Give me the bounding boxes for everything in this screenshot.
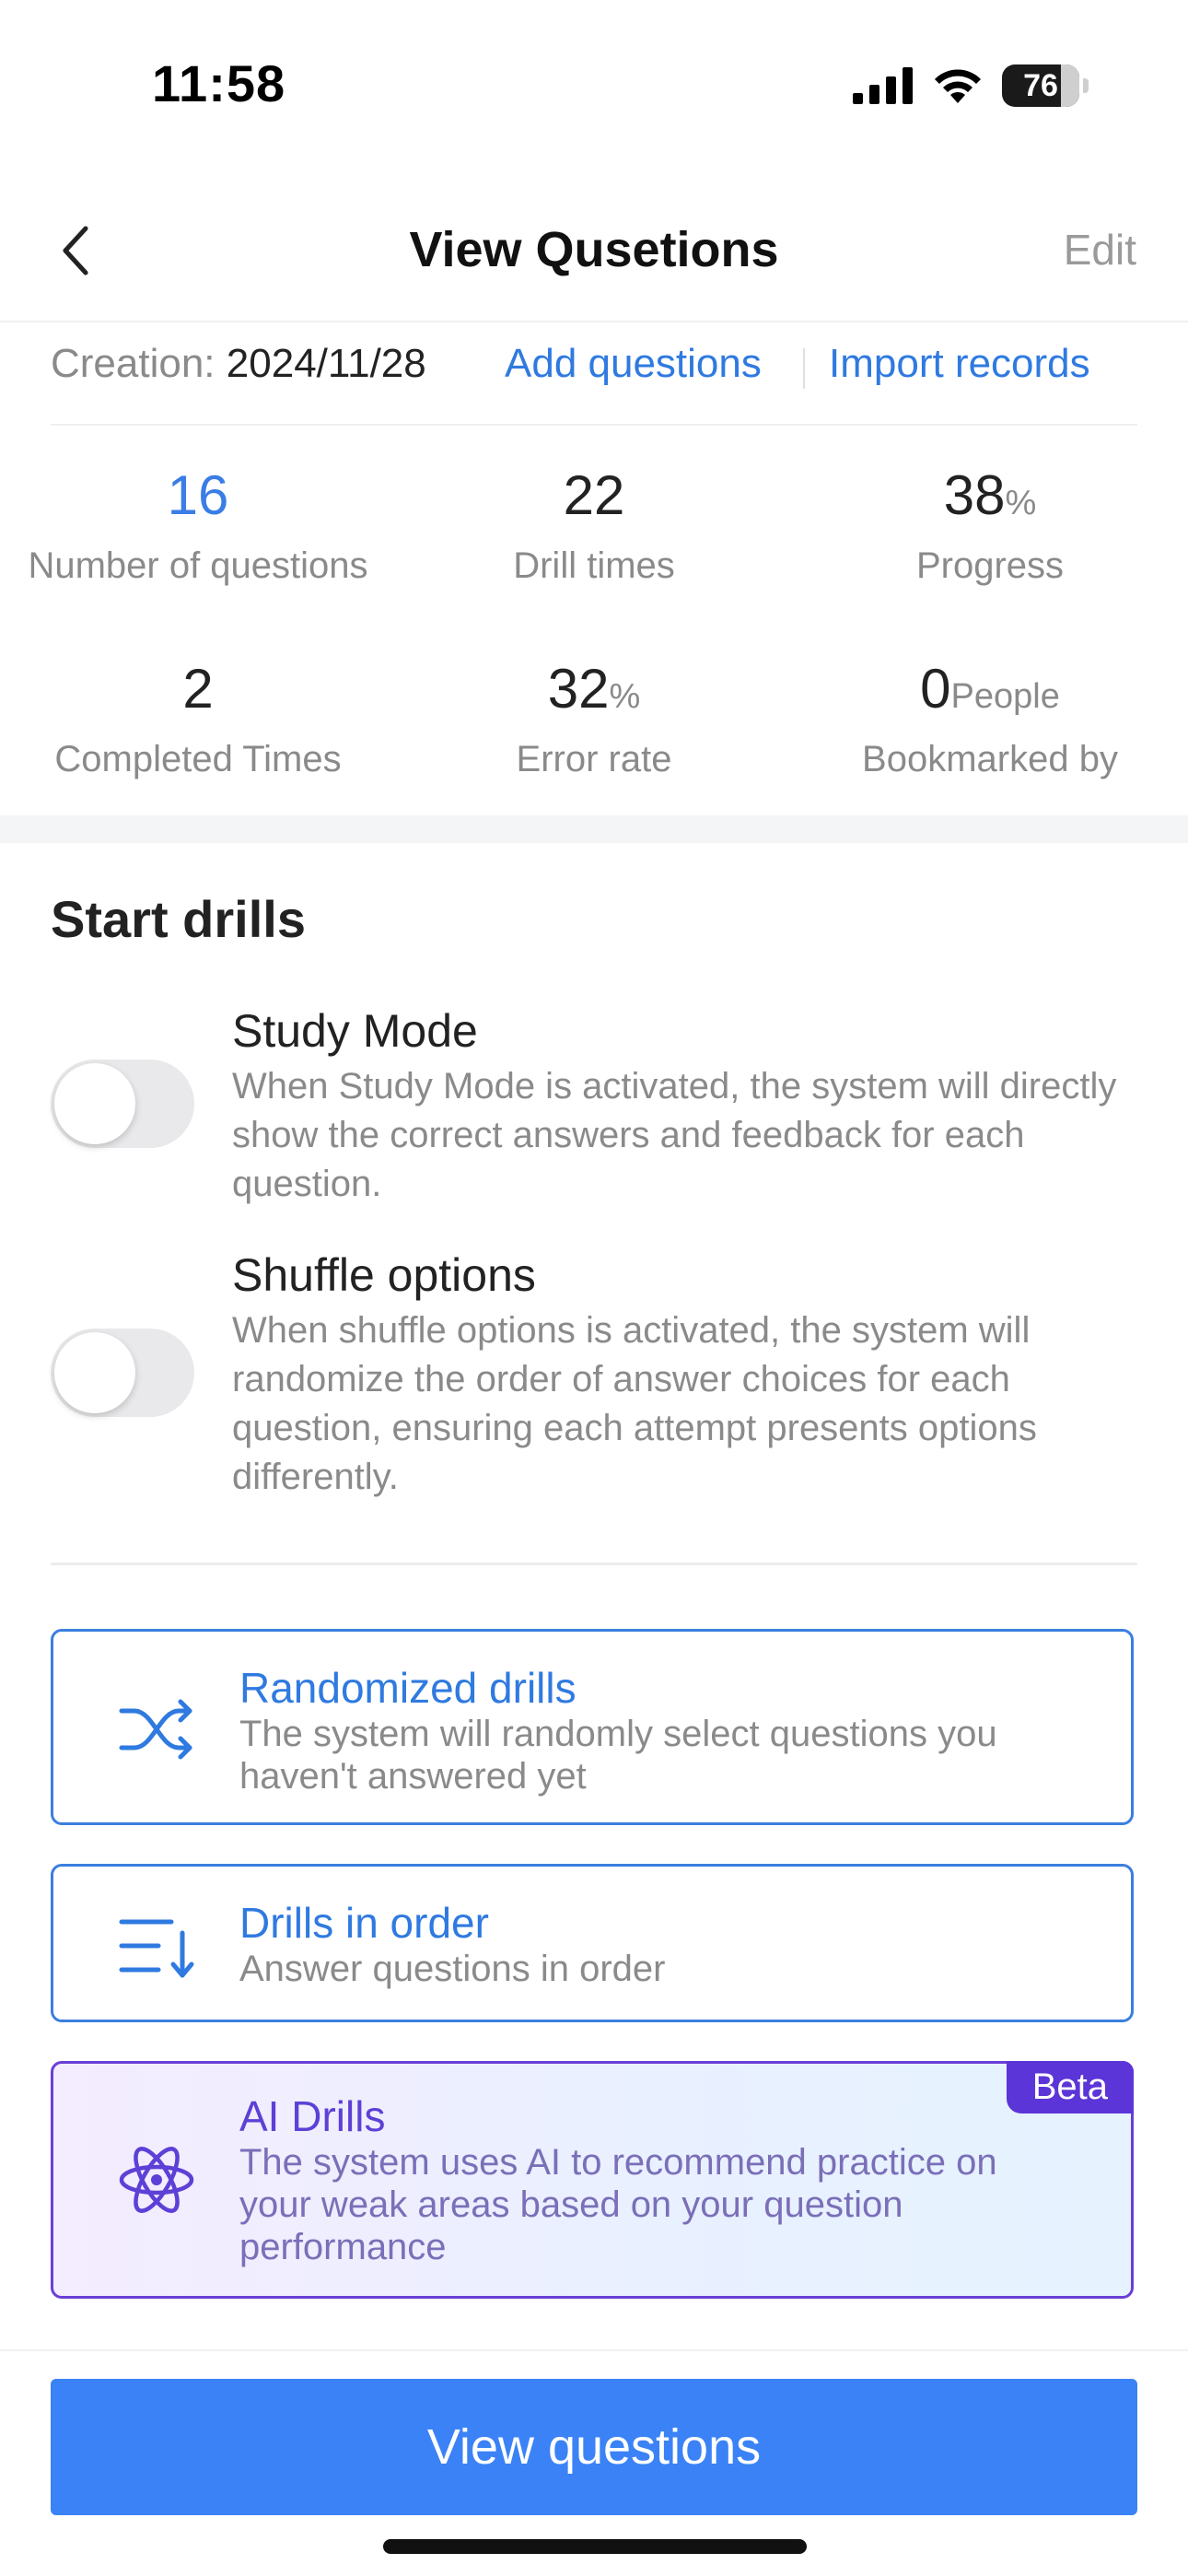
add-questions-link[interactable]: Add questions: [505, 341, 762, 387]
stat-value: 38: [943, 464, 1006, 526]
stat-bookmarked-by: 0People Bookmarked by: [792, 662, 1188, 780]
section-title: Start drills: [51, 890, 306, 948]
study-mode-title: Study Mode: [232, 1005, 478, 1057]
card-title: AI Drills: [239, 2092, 386, 2140]
ai-drills-card[interactable]: Beta AI Drills The system uses AI to rec…: [51, 2061, 1134, 2299]
status-icons: 76: [853, 64, 1089, 107]
battery-level: 76: [1023, 67, 1058, 103]
shuffle-options-toggle[interactable]: [51, 1329, 194, 1417]
shuffle-icon: [119, 1699, 192, 1760]
shuffle-options-description: When shuffle options is activated, the s…: [232, 1310, 1037, 1497]
stat-value: 0: [920, 658, 951, 720]
stat-unit: People: [950, 677, 1060, 716]
stat-progress: 38% Progress: [792, 468, 1188, 587]
options-divider: [51, 1563, 1137, 1565]
stat-label: Drill times: [513, 545, 675, 586]
card-description: Answer questions in order: [239, 1949, 666, 1989]
footer-divider: [0, 2349, 1188, 2351]
atom-icon: [119, 2147, 194, 2213]
view-questions-button[interactable]: View questions: [51, 2379, 1137, 2515]
stat-unit: %: [1005, 484, 1037, 522]
wifi-icon: [935, 69, 981, 103]
creation-label: Creation:: [51, 341, 215, 386]
creation-date: 2024/11/28: [226, 341, 426, 386]
study-mode-description: When Study Mode is activated, the system…: [232, 1066, 1117, 1204]
ordered-list-icon: [119, 1919, 194, 1978]
toggle-knob: [54, 1332, 135, 1413]
stat-error-rate: 32% Error rate: [396, 662, 792, 780]
edit-button[interactable]: Edit: [1064, 225, 1136, 275]
home-indicator: [383, 2539, 807, 2554]
stat-drill-times: 22 Drill times: [396, 468, 792, 587]
battery-nub: [1083, 78, 1089, 93]
card-description: The system will randomly select question…: [239, 1714, 997, 1797]
card-title: Randomized drills: [239, 1664, 577, 1712]
card-title: Drills in order: [239, 1899, 489, 1947]
cellular-signal-icon: [853, 67, 913, 104]
stat-label: Error rate: [516, 739, 672, 779]
stat-label: Completed Times: [54, 739, 342, 779]
drills-in-order-card[interactable]: Drills in order Answer questions in orde…: [51, 1864, 1134, 2022]
stat-completed-times: 2 Completed Times: [0, 662, 396, 780]
shuffle-options-title: Shuffle options: [232, 1249, 536, 1301]
page-title: View Qusetions: [409, 222, 779, 277]
status-time: 11:58: [152, 54, 286, 112]
stat-label: Bookmarked by: [862, 739, 1118, 779]
beta-badge: Beta: [1006, 2061, 1134, 2113]
stat-value: 22: [563, 464, 625, 526]
stat-label: Number of questions: [28, 545, 368, 586]
stat-value: 2: [182, 658, 214, 720]
import-records-link[interactable]: Import records: [829, 341, 1090, 387]
stat-unit: %: [609, 677, 641, 716]
nav-divider: [0, 321, 1188, 322]
battery-icon: 76: [1002, 64, 1079, 107]
stat-label: Progress: [915, 545, 1065, 586]
stat-number-of-questions: 16 Number of questions: [0, 468, 396, 587]
creation-info: Creation: 2024/11/28: [51, 341, 426, 387]
link-separator: [803, 348, 805, 389]
section-separator: [0, 815, 1188, 843]
stat-value: 16: [167, 464, 229, 526]
study-mode-toggle[interactable]: [51, 1060, 194, 1148]
randomized-drills-card[interactable]: Randomized drills The system will random…: [51, 1629, 1134, 1825]
info-divider: [51, 424, 1137, 426]
stat-value: 32: [547, 658, 610, 720]
card-description: The system uses AI to recommend practice…: [239, 2142, 997, 2267]
toggle-knob: [54, 1063, 135, 1144]
